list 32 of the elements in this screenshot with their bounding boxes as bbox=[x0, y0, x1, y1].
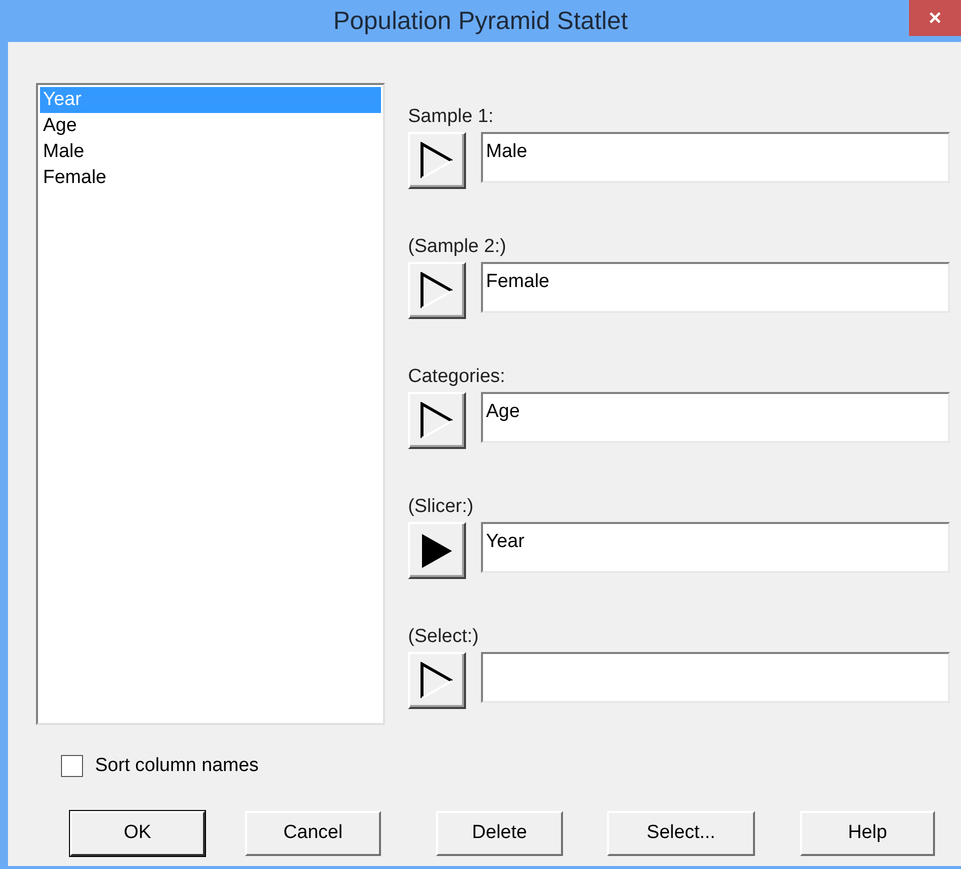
play-icon bbox=[420, 272, 454, 310]
field-label: (Sample 2:) bbox=[408, 235, 508, 259]
list-item[interactable]: Female bbox=[40, 165, 381, 191]
dialog-button[interactable]: Delete bbox=[436, 810, 563, 856]
variable-field[interactable]: Male bbox=[481, 132, 950, 183]
play-icon bbox=[420, 402, 454, 440]
checkbox[interactable] bbox=[61, 755, 83, 778]
picker-button[interactable] bbox=[408, 262, 466, 319]
field-label: Categories: bbox=[408, 365, 506, 389]
list-item[interactable]: Male bbox=[40, 139, 381, 165]
field-label: (Select:) bbox=[408, 625, 480, 649]
variable-field[interactable]: Age bbox=[481, 392, 950, 443]
dialog-button[interactable]: Help bbox=[800, 810, 935, 856]
picker-button[interactable] bbox=[408, 392, 466, 449]
dialog-button[interactable]: OK bbox=[70, 810, 205, 856]
dialog-button[interactable]: Select... bbox=[607, 810, 755, 856]
picker-button[interactable] bbox=[408, 522, 466, 579]
variable-field[interactable]: Year bbox=[481, 522, 950, 573]
window-title: Population Pyramid Statlet bbox=[333, 6, 628, 38]
picker-button[interactable] bbox=[408, 652, 466, 709]
picker-button[interactable] bbox=[408, 132, 466, 189]
checkbox-label: Sort column names bbox=[95, 754, 259, 778]
close-button[interactable]: × bbox=[909, 0, 961, 36]
variable-field[interactable] bbox=[481, 652, 950, 703]
play-icon bbox=[420, 532, 454, 570]
play-icon bbox=[420, 142, 454, 180]
field-label: (Slicer:) bbox=[408, 495, 474, 519]
variable-field[interactable]: Female bbox=[481, 262, 950, 313]
field-label: Sample 1: bbox=[408, 105, 495, 129]
list-item[interactable]: Age bbox=[40, 113, 381, 139]
play-icon bbox=[420, 662, 454, 700]
dialog-button[interactable]: Cancel bbox=[245, 810, 381, 856]
